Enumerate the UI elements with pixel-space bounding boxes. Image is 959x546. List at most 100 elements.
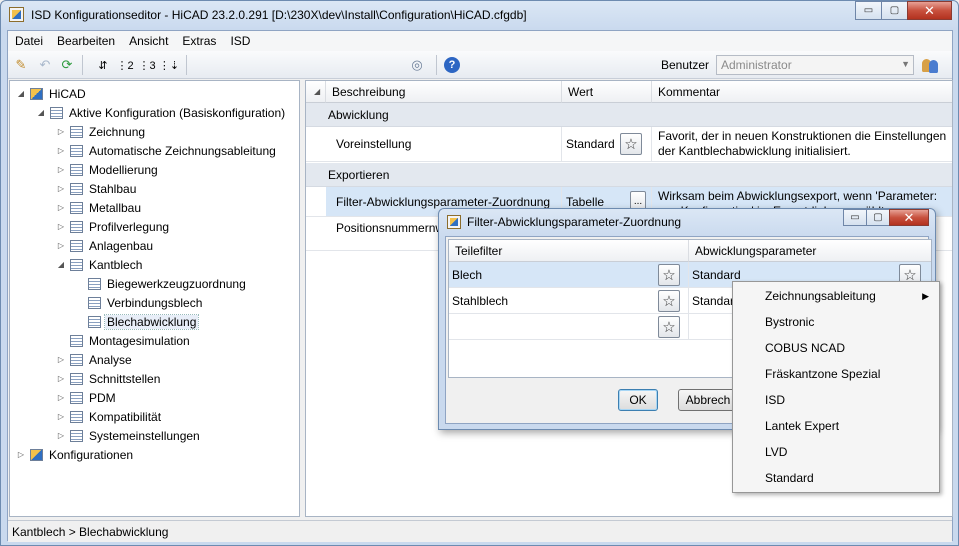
- tree-item[interactable]: ▷ Metallbau: [56, 198, 143, 217]
- tree-item[interactable]: Biegewerkzeugzuordnung: [74, 274, 248, 293]
- list-icon: [70, 429, 83, 442]
- expand-icon[interactable]: ▷: [56, 241, 66, 251]
- list-icon: [70, 144, 83, 157]
- col-kommentar[interactable]: Kommentar: [652, 81, 952, 103]
- collapse-icon[interactable]: ◢: [16, 89, 26, 99]
- minimize-button[interactable]: ▭: [855, 1, 882, 20]
- tree-item-label: Aktive Konfiguration (Basiskonfiguration…: [69, 105, 286, 120]
- tree-item[interactable]: ▷ Automatische Zeichnungsableitung: [56, 141, 278, 160]
- user-select[interactable]: Administrator ▼: [716, 55, 914, 75]
- title-bar[interactable]: ISD Konfigurationseditor - HiCAD 23.2.0.…: [1, 1, 958, 29]
- list-icon: [30, 448, 43, 461]
- binoculars-icon[interactable]: ◎: [408, 56, 426, 74]
- dialog-title: Filter-Abwicklungsparameter-Zuordnung: [467, 215, 682, 229]
- menu-option[interactable]: Bystronic: [733, 309, 939, 335]
- list-icon: [70, 372, 83, 385]
- tree-item[interactable]: ▷ Kompatibilität: [56, 407, 163, 426]
- expand-icon[interactable]: ▷: [56, 412, 66, 422]
- col-wert[interactable]: Wert: [562, 81, 652, 103]
- expand-icon[interactable]: ▷: [56, 146, 66, 156]
- level-all-icon[interactable]: ⋮⇣: [159, 56, 179, 74]
- favorite-star-icon[interactable]: ☆: [620, 133, 642, 155]
- menu-option[interactable]: Fräskantzone Spezial: [733, 361, 939, 387]
- tree-item[interactable]: ▷ Stahlbau: [56, 179, 138, 198]
- tree-item[interactable]: Montagesimulation: [56, 331, 192, 350]
- tree-item[interactable]: ▷ Zeichnung: [56, 122, 147, 141]
- level-1-icon[interactable]: ⇵: [94, 56, 112, 74]
- menu-option[interactable]: LVD: [733, 439, 939, 465]
- collapse-icon[interactable]: ◢: [36, 108, 46, 118]
- group-exportieren[interactable]: Exportieren: [306, 163, 952, 187]
- expand-icon[interactable]: ▷: [56, 184, 66, 194]
- tree-item[interactable]: ▷ Analyse: [56, 350, 134, 369]
- menu-extras[interactable]: Extras: [175, 34, 223, 48]
- menu-option[interactable]: COBUS NCAD: [733, 335, 939, 361]
- pencil-icon[interactable]: ✎: [12, 56, 30, 74]
- table-row[interactable]: Voreinstellung Standard ☆ Favorit, der i…: [306, 127, 952, 162]
- dialog-maximize-button[interactable]: ▢: [866, 209, 890, 226]
- expand-icon[interactable]: ▷: [56, 431, 66, 441]
- tree-item[interactable]: ▷ Konfigurationen: [16, 445, 135, 464]
- menu-option-label: Lantek Expert: [765, 419, 840, 433]
- level-3-icon[interactable]: ⋮3: [138, 56, 156, 74]
- chevron-down-icon: ▼: [901, 59, 910, 69]
- filter-star-icon[interactable]: ☆: [658, 290, 680, 312]
- list-icon: [70, 125, 83, 138]
- menu-option[interactable]: Standard: [733, 465, 939, 491]
- menu-ansicht[interactable]: Ansicht: [122, 34, 175, 48]
- users-icon[interactable]: [921, 56, 939, 74]
- help-icon[interactable]: ?: [444, 57, 460, 73]
- menu-option-label: COBUS NCAD: [765, 341, 846, 355]
- level-2-icon[interactable]: ⋮2: [116, 56, 134, 74]
- tree-item[interactable]: ▷ Modellierung: [56, 160, 160, 179]
- tree-item[interactable]: ◢ Kantblech: [56, 255, 144, 274]
- tree-item[interactable]: ▷ Systemeinstellungen: [56, 426, 202, 445]
- menu-option[interactable]: Lantek Expert: [733, 413, 939, 439]
- maximize-button[interactable]: ▢: [881, 1, 908, 20]
- refresh-icon[interactable]: ⟳: [58, 56, 76, 74]
- dialog-close-button[interactable]: ✕: [889, 209, 929, 226]
- col-abwicklungsparameter[interactable]: Abwicklungsparameter: [689, 240, 931, 262]
- undo-icon[interactable]: ↶: [36, 56, 54, 74]
- tree-item[interactable]: ▷ Profilverlegung: [56, 217, 171, 236]
- col-beschreibung[interactable]: Beschreibung: [326, 81, 562, 103]
- tree-item[interactable]: Verbindungsblech: [74, 293, 204, 312]
- col-teilefilter[interactable]: Teilefilter: [449, 240, 689, 262]
- tree-item-label: Automatische Zeichnungsableitung: [89, 143, 276, 158]
- tree-item[interactable]: Blechabwicklung: [74, 312, 200, 331]
- tree-item[interactable]: ▷ Anlagenbau: [56, 236, 155, 255]
- tree-item[interactable]: ◢ Aktive Konfiguration (Basiskonfiguratio…: [36, 103, 287, 122]
- expand-icon[interactable]: ▷: [56, 222, 66, 232]
- tree-item[interactable]: ◢ HiCAD: [16, 84, 88, 103]
- cancel-button[interactable]: Abbrech: [678, 389, 738, 411]
- expand-icon[interactable]: ▷: [16, 450, 26, 460]
- menu-bearbeiten[interactable]: Bearbeiten: [50, 34, 122, 48]
- group-abwicklung[interactable]: Abwicklung: [306, 103, 952, 127]
- tree-item-label: Biegewerkzeugzuordnung: [107, 276, 246, 291]
- expand-icon[interactable]: ▷: [56, 165, 66, 175]
- expand-icon[interactable]: ▷: [56, 393, 66, 403]
- menu-isd[interactable]: ISD: [223, 34, 257, 48]
- tree-item[interactable]: ▷ Schnittstellen: [56, 369, 162, 388]
- menu-bar: Datei Bearbeiten Ansicht Extras ISD: [8, 31, 952, 51]
- menu-datei[interactable]: Datei: [8, 34, 50, 48]
- menu-option[interactable]: Zeichnungsableitung ▶: [733, 283, 939, 309]
- dialog-minimize-button[interactable]: ▭: [843, 209, 867, 226]
- expand-icon[interactable]: ▷: [56, 374, 66, 384]
- expand-icon[interactable]: ▷: [56, 203, 66, 213]
- ok-button[interactable]: OK: [618, 389, 658, 411]
- list-icon: [70, 239, 83, 252]
- filter-star-icon[interactable]: ☆: [658, 264, 680, 286]
- filter-star-icon[interactable]: ☆: [658, 316, 680, 338]
- collapse-icon[interactable]: ◢: [56, 260, 66, 270]
- tree-item[interactable]: ▷ PDM: [56, 388, 118, 407]
- list-icon: [70, 201, 83, 214]
- expand-icon[interactable]: ▷: [56, 355, 66, 365]
- menu-option[interactable]: ISD: [733, 387, 939, 413]
- list-icon: [88, 277, 101, 290]
- grid-corner: ◢: [306, 81, 326, 103]
- menu-option-label: Fräskantzone Spezial: [765, 367, 881, 381]
- row-value: Standard ☆: [562, 127, 652, 161]
- expand-icon[interactable]: ▷: [56, 127, 66, 137]
- close-button[interactable]: ✕: [907, 1, 952, 20]
